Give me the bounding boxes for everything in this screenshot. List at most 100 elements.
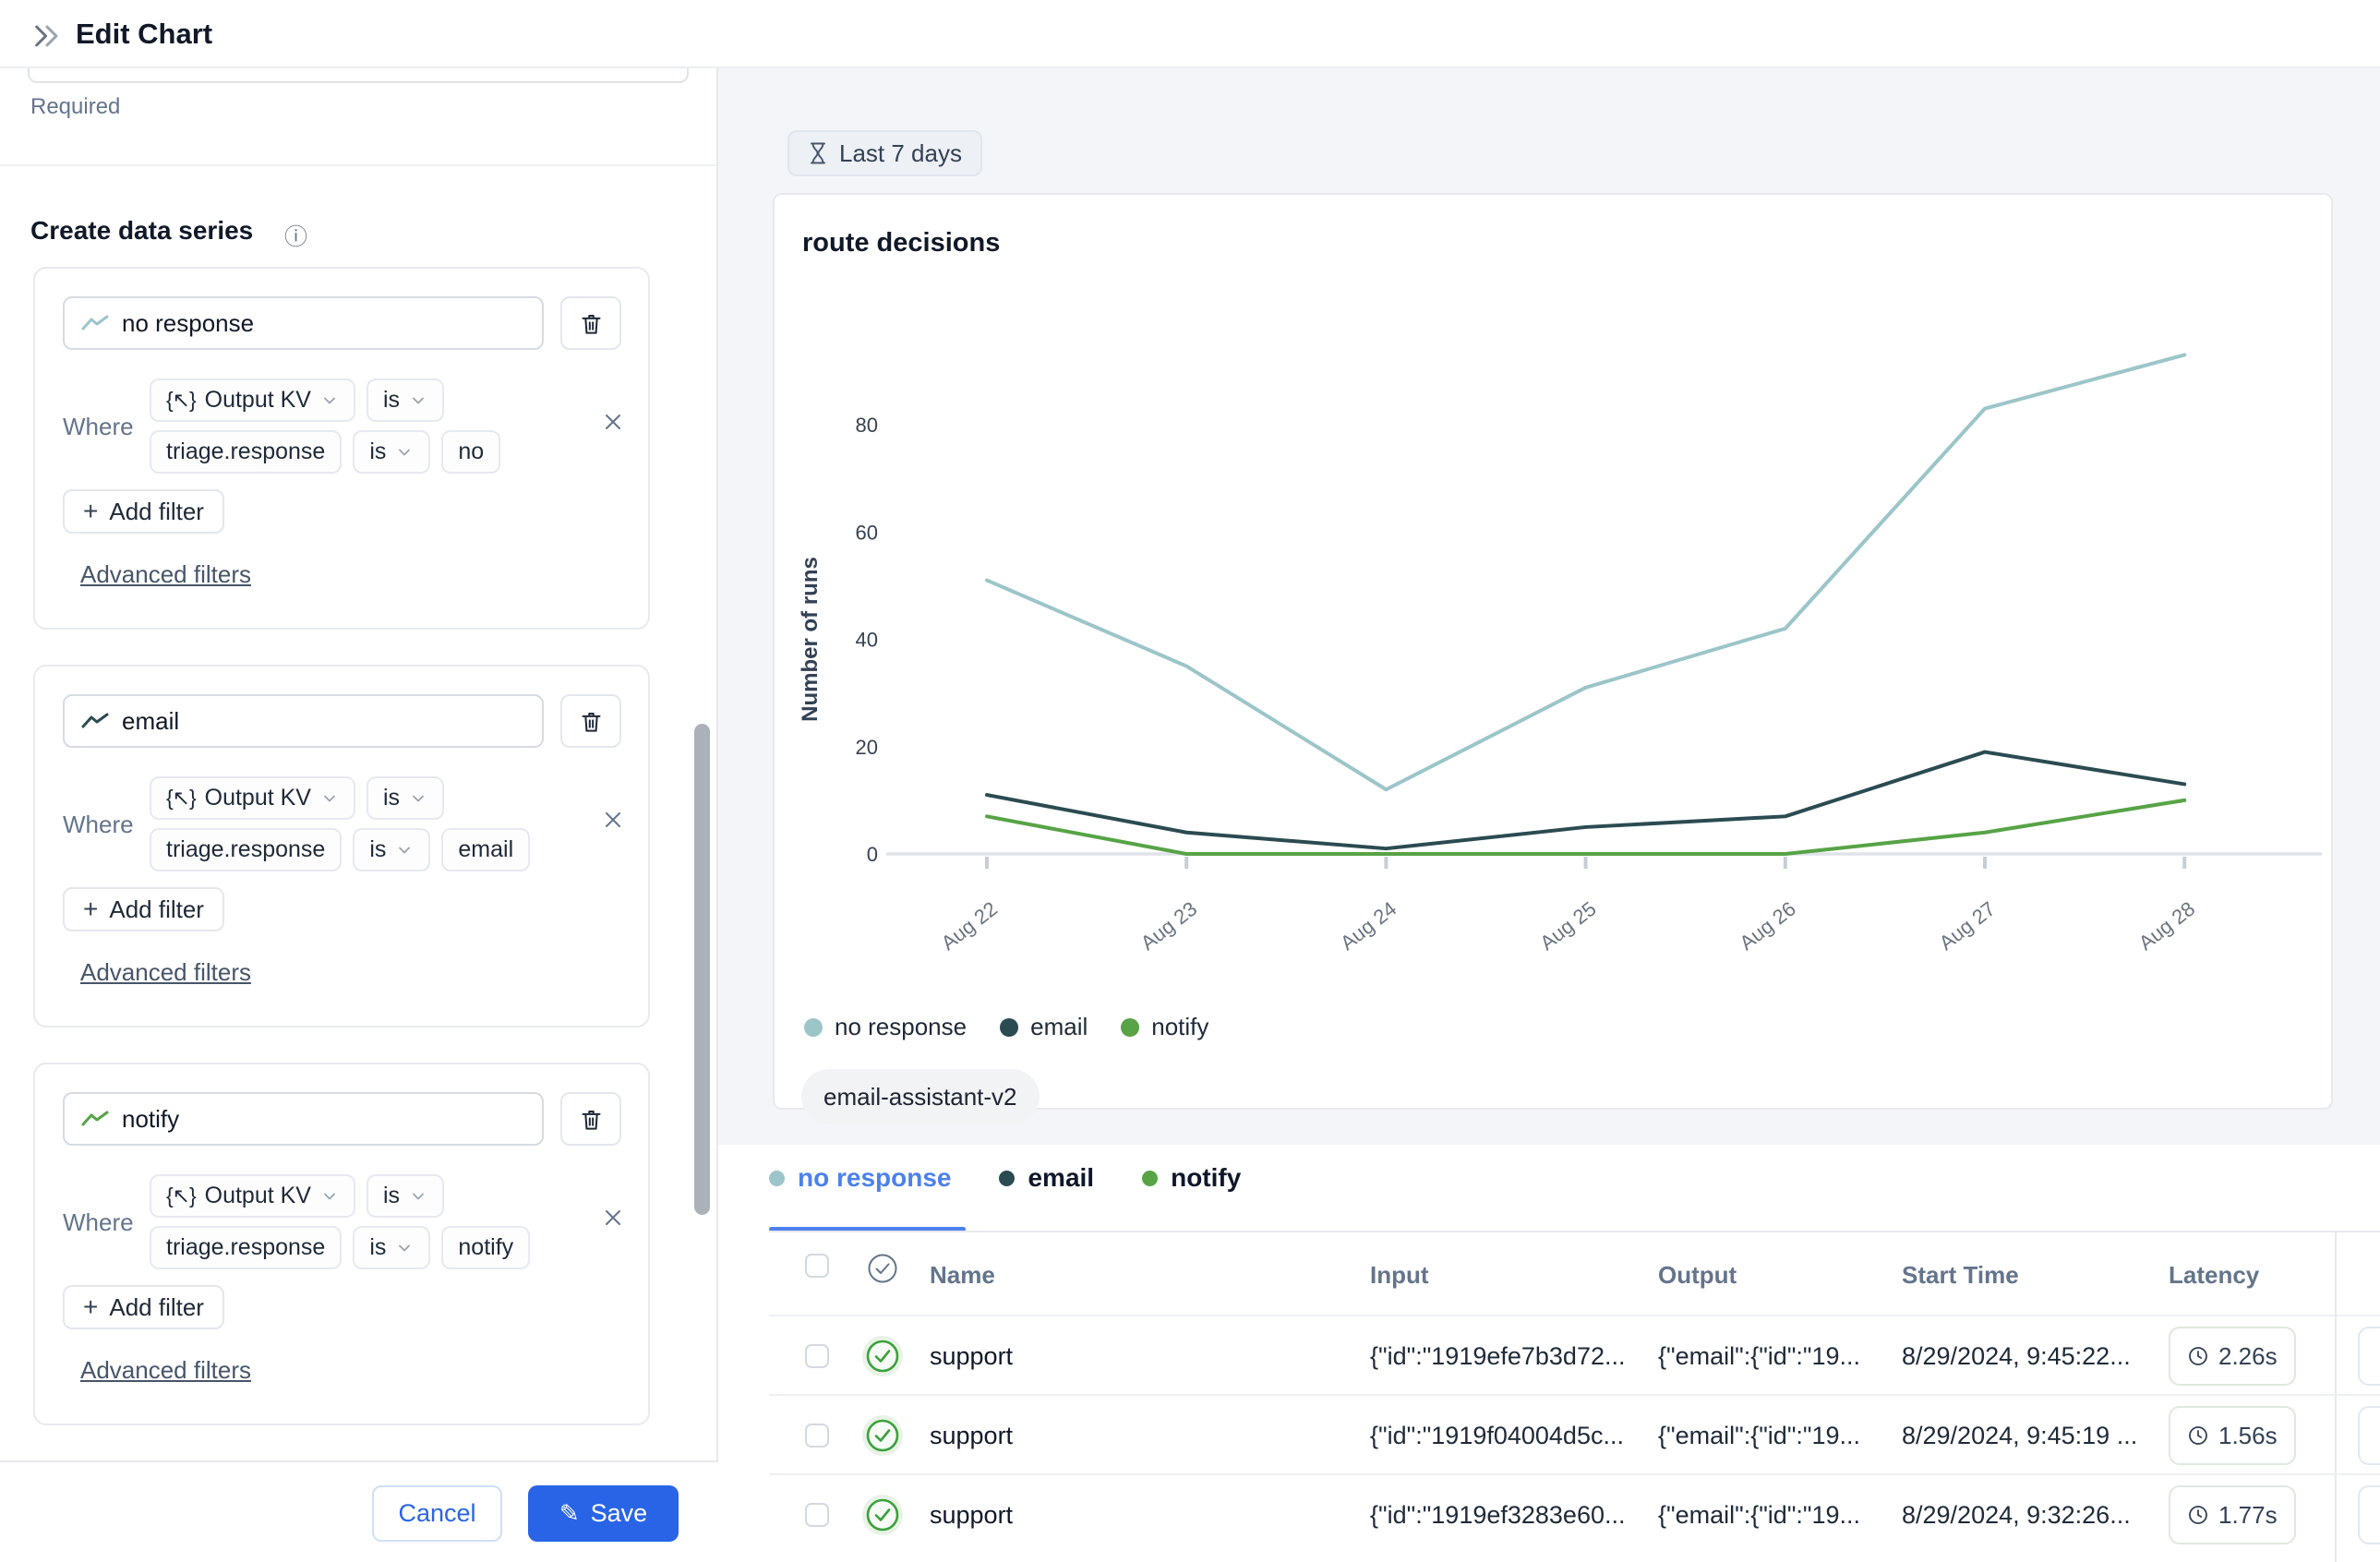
row-checkbox[interactable] [805, 1424, 829, 1448]
svg-text:Aug 26: Aug 26 [1735, 897, 1799, 955]
filter-source-dropdown[interactable]: {↖} Output KV [150, 1174, 355, 1218]
svg-text:Aug 27: Aug 27 [1935, 897, 2000, 955]
series-card-email: email Where {↖} Output KV is triage.resp… [33, 665, 650, 1027]
trend-line-icon [81, 712, 109, 730]
tab-email[interactable]: email [999, 1163, 1094, 1217]
cell-name[interactable]: support [930, 1342, 1013, 1371]
cell-name[interactable]: support [930, 1501, 1013, 1530]
select-all-checkbox[interactable] [805, 1254, 829, 1278]
filter-value-field[interactable]: no [441, 430, 500, 474]
filter-source-dropdown[interactable]: {↖} Output KV [150, 776, 355, 820]
filter-op-dropdown[interactable]: is [367, 776, 444, 820]
delete-series-button[interactable] [560, 296, 621, 350]
table-row[interactable]: support {"id":"1919f04004d5c... {"email"… [718, 1396, 2380, 1475]
filter-value-field[interactable]: notify [441, 1226, 530, 1269]
cell-start-time[interactable]: 8/29/2024, 9:45:22... [1902, 1342, 2131, 1371]
filter-key-label: triage.response [166, 1234, 325, 1261]
tab-no-response[interactable]: no response [769, 1163, 951, 1217]
cell-start-time[interactable]: 8/29/2024, 9:45:19 ... [1902, 1422, 2137, 1450]
legend-label: no response [835, 1013, 967, 1041]
tab-notify[interactable]: notify [1142, 1163, 1241, 1217]
cell-output[interactable]: {"email":{"id":"19... [1658, 1501, 1860, 1530]
double-chevron-right-icon[interactable] [31, 20, 63, 52]
cell-input[interactable]: {"id":"1919f04004d5c... [1370, 1422, 1624, 1450]
filter-key-op-dropdown[interactable]: is [353, 430, 430, 474]
row-checkbox[interactable] [805, 1503, 829, 1527]
series-card-notify: notify Where {↖} Output KV is triage.res… [33, 1063, 650, 1425]
latency-value: 1.56s [2218, 1422, 2278, 1450]
filter-key-op-dropdown[interactable]: is [353, 828, 430, 871]
series-name-input[interactable]: no response [63, 296, 544, 350]
status-column-icon[interactable] [866, 1252, 899, 1285]
filter-source-dropdown[interactable]: {↖} Output KV [150, 378, 355, 422]
chevron-down-icon [320, 391, 339, 410]
remove-filter-button[interactable] [598, 407, 628, 437]
cell-output[interactable]: {"email":{"id":"19... [1658, 1342, 1860, 1371]
tab-label: email [1028, 1163, 1094, 1193]
table-row[interactable]: support {"id":"1919ef3283e60... {"email"… [718, 1475, 2380, 1555]
filter-op-dropdown[interactable]: is [367, 378, 444, 422]
scrollbar-thumb[interactable] [694, 724, 710, 1215]
filter-key-field[interactable]: triage.response [150, 430, 342, 474]
latency-value: 2.26s [2218, 1342, 2278, 1371]
add-filter-button[interactable]: + Add filter [63, 489, 224, 534]
close-icon [602, 1207, 624, 1229]
cell-name[interactable]: support [930, 1422, 1013, 1450]
advanced-filters-link[interactable]: Advanced filters [80, 560, 251, 589]
delete-series-button[interactable] [560, 1092, 621, 1146]
filter-value-field[interactable]: email [441, 828, 530, 871]
plus-icon: + [83, 497, 98, 526]
legend-item-no-response[interactable]: no response [804, 1013, 967, 1041]
column-header-output[interactable]: Output [1658, 1261, 1737, 1290]
latency-badge: 1.77s [2169, 1485, 2296, 1544]
scrolled-input-remnant[interactable] [28, 68, 689, 83]
add-filter-button[interactable]: + Add filter [63, 887, 224, 931]
svg-text:Aug 23: Aug 23 [1136, 897, 1201, 955]
time-range-chip[interactable]: Last 7 days [787, 130, 982, 176]
chevron-down-icon [320, 789, 339, 808]
filter-op-dropdown[interactable]: is [367, 1174, 444, 1218]
table-row[interactable]: support {"id":"1919efe7b3d72... {"email"… [718, 1316, 2380, 1396]
series-name-input[interactable]: email [63, 694, 544, 748]
tab-dot [769, 1171, 785, 1186]
column-header-latency[interactable]: Latency [2169, 1261, 2259, 1290]
cell-input[interactable]: {"id":"1919ef3283e60... [1370, 1501, 1626, 1530]
remove-filter-button[interactable] [598, 805, 628, 835]
clipped-badge [2358, 1406, 2380, 1465]
trash-icon [579, 709, 604, 734]
line-chart[interactable]: 020406080Aug 22Aug 23Aug 24Aug 25Aug 26A… [775, 195, 2335, 1111]
filter-key-field[interactable]: triage.response [150, 1226, 342, 1269]
save-label: Save [591, 1499, 648, 1528]
filter-key-op-dropdown[interactable]: is [353, 1226, 430, 1269]
advanced-filters-link[interactable]: Advanced filters [80, 1356, 251, 1385]
dataset-tag-chip[interactable]: email-assistant-v2 [801, 1069, 1040, 1124]
cell-input[interactable]: {"id":"1919efe7b3d72... [1370, 1342, 1626, 1371]
cancel-button[interactable]: Cancel [372, 1485, 502, 1542]
cell-output[interactable]: {"email":{"id":"19... [1658, 1422, 1860, 1450]
series-name-input[interactable]: notify [63, 1092, 544, 1146]
column-header-name[interactable]: Name [930, 1261, 995, 1290]
trend-line-icon [81, 314, 109, 332]
svg-text:Aug 22: Aug 22 [937, 897, 1002, 955]
save-button[interactable]: ✎ Save [528, 1485, 679, 1542]
advanced-filters-link[interactable]: Advanced filters [80, 958, 251, 987]
trash-icon [579, 311, 604, 336]
legend-item-email[interactable]: email [1000, 1013, 1088, 1041]
legend-item-notify[interactable]: notify [1121, 1013, 1208, 1041]
column-header-start-time[interactable]: Start Time [1902, 1261, 2019, 1290]
add-filter-label: Add filter [109, 1293, 204, 1322]
add-filter-label: Add filter [109, 498, 204, 526]
remove-filter-button[interactable] [598, 1203, 628, 1232]
column-header-input[interactable]: Input [1370, 1261, 1429, 1290]
info-icon[interactable]: ⓘ [284, 219, 307, 252]
series-tabs: no response email notify [769, 1163, 1241, 1217]
row-checkbox[interactable] [805, 1344, 829, 1368]
filter-key-field[interactable]: triage.response [150, 828, 342, 871]
filter-key-label: triage.response [166, 439, 325, 465]
filter-source-label: Output KV [205, 1183, 311, 1209]
delete-series-button[interactable] [560, 694, 621, 748]
add-filter-button[interactable]: + Add filter [63, 1285, 224, 1329]
cell-start-time[interactable]: 8/29/2024, 9:32:26... [1902, 1501, 2131, 1530]
where-label: Where [63, 811, 134, 839]
svg-text:Aug 28: Aug 28 [2134, 897, 2199, 955]
